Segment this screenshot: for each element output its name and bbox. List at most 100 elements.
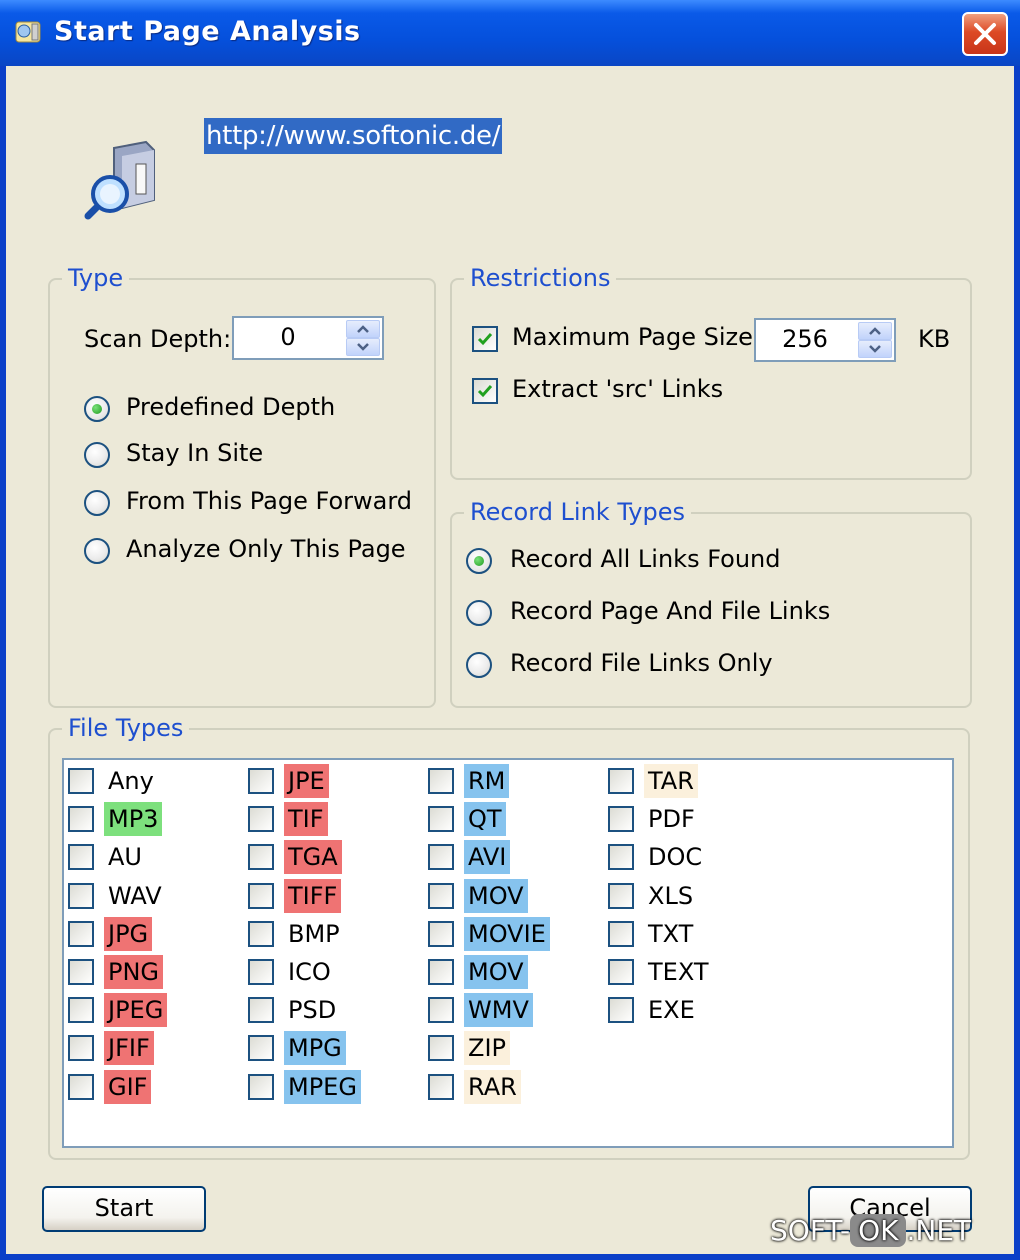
max-page-size-checkbox[interactable] xyxy=(472,326,498,352)
max-page-size-down-button[interactable] xyxy=(858,340,892,358)
file-type-label: MPEG xyxy=(284,1069,361,1104)
dialog-window: Start Page Analysis http://www.softonic.… xyxy=(0,0,1020,1260)
file-type-checkbox[interactable] xyxy=(248,882,274,909)
file-type-label: JPE xyxy=(284,764,329,798)
type-radio-2[interactable] xyxy=(84,490,110,516)
file-type-checkbox[interactable] xyxy=(248,806,274,833)
file-type-checkbox[interactable] xyxy=(608,768,634,794)
file-type-label: PSD xyxy=(288,996,337,1025)
record-link-option-label: Record All Links Found xyxy=(510,545,781,573)
file-type-checkbox[interactable] xyxy=(248,1035,274,1062)
record-link-types-group: Record Link Types Record All Links Found… xyxy=(450,498,972,708)
type-legend: Type xyxy=(62,264,130,292)
file-type-checkbox[interactable] xyxy=(68,920,94,947)
file-type-label: XLS xyxy=(648,881,694,910)
close-button[interactable] xyxy=(962,12,1008,56)
record-link-types-legend: Record Link Types xyxy=(464,498,691,526)
file-type-checkbox[interactable] xyxy=(608,882,634,909)
extract-src-checkbox[interactable] xyxy=(472,378,498,404)
file-type-checkbox[interactable] xyxy=(68,768,94,794)
scan-depth-down-button[interactable] xyxy=(346,338,380,356)
close-icon xyxy=(974,23,996,45)
file-type-checkbox[interactable] xyxy=(428,1035,454,1062)
chevron-down-icon xyxy=(357,343,369,351)
record-link-option-label: Record File Links Only xyxy=(510,649,773,677)
file-type-checkbox[interactable] xyxy=(428,806,454,833)
type-radio-0[interactable] xyxy=(84,396,110,422)
file-type-checkbox[interactable] xyxy=(608,844,634,871)
restrictions-group: Restrictions Maximum Page Size 256 KB Ex… xyxy=(450,264,972,480)
file-type-checkbox[interactable] xyxy=(428,768,454,794)
file-type-label: EXE xyxy=(648,996,695,1025)
watermark-right: .NET xyxy=(906,1214,972,1247)
scan-depth-up-button[interactable] xyxy=(346,320,380,338)
file-type-checkbox[interactable] xyxy=(68,806,94,833)
file-type-checkbox[interactable] xyxy=(68,1035,94,1062)
file-type-label: MOVIE xyxy=(464,916,550,951)
type-radio-1[interactable] xyxy=(84,442,110,468)
chevron-up-icon xyxy=(869,327,881,335)
type-option-label: Stay In Site xyxy=(126,439,264,467)
file-type-label: JPG xyxy=(104,916,153,951)
scan-depth-spinner[interactable]: 0 xyxy=(232,316,384,360)
file-type-checkbox[interactable] xyxy=(248,768,274,794)
file-type-checkbox[interactable] xyxy=(428,844,454,871)
size-unit-label: KB xyxy=(918,325,951,353)
file-type-label: JPEG xyxy=(104,993,168,1028)
type-option-label: Predefined Depth xyxy=(126,393,336,421)
record-link-radio-1[interactable] xyxy=(466,600,492,626)
file-type-checkbox[interactable] xyxy=(68,1073,94,1100)
type-option-label: Analyze Only This Page xyxy=(126,535,406,563)
title-bar[interactable]: Start Page Analysis xyxy=(0,0,1020,66)
radio-selected-icon xyxy=(92,404,102,414)
file-type-label: WMV xyxy=(464,993,533,1028)
file-type-checkbox[interactable] xyxy=(608,959,634,985)
file-type-label: PNG xyxy=(104,955,164,989)
file-type-checkbox[interactable] xyxy=(248,959,274,985)
max-page-size-up-button[interactable] xyxy=(858,322,892,340)
file-type-label: RAR xyxy=(464,1069,521,1104)
dialog-client-area: http://www.softonic.de/ Type Scan Depth:… xyxy=(6,66,1014,1254)
url-text[interactable]: http://www.softonic.de/ xyxy=(204,118,503,154)
max-page-size-value[interactable]: 256 xyxy=(756,325,854,353)
type-radio-3[interactable] xyxy=(84,538,110,564)
file-types-list[interactable]: Any MP3 AU WAV JPG PNG JPEG JFIF GIF JPE TIF TGA TIF… xyxy=(62,758,954,1148)
file-type-label: MOV xyxy=(464,955,528,989)
file-type-checkbox[interactable] xyxy=(608,997,634,1024)
window-title: Start Page Analysis xyxy=(54,16,361,47)
file-type-label: BMP xyxy=(288,919,340,948)
file-type-checkbox[interactable] xyxy=(428,1073,454,1100)
file-type-checkbox[interactable] xyxy=(608,806,634,833)
file-type-label: Any xyxy=(108,767,154,795)
file-type-label: TIF xyxy=(284,802,328,837)
file-type-checkbox[interactable] xyxy=(68,997,94,1024)
chevron-down-icon xyxy=(869,345,881,353)
file-type-checkbox[interactable] xyxy=(428,920,454,947)
file-type-checkbox[interactable] xyxy=(248,997,274,1024)
watermark: SOFT- OK .NET xyxy=(770,1214,971,1247)
file-type-checkbox[interactable] xyxy=(428,997,454,1024)
file-type-checkbox[interactable] xyxy=(68,882,94,909)
file-type-label: PDF xyxy=(648,805,695,834)
record-link-radio-2[interactable] xyxy=(466,652,492,678)
file-type-checkbox[interactable] xyxy=(248,920,274,947)
file-type-checkbox[interactable] xyxy=(68,959,94,985)
max-page-size-label: Maximum Page Size xyxy=(512,323,753,351)
file-type-checkbox[interactable] xyxy=(248,1073,274,1100)
file-type-label: TIFF xyxy=(284,878,342,913)
file-type-label: GIF xyxy=(104,1069,152,1104)
file-type-checkbox[interactable] xyxy=(428,959,454,985)
max-page-size-spinner[interactable]: 256 xyxy=(754,318,896,362)
start-button[interactable]: Start xyxy=(42,1186,206,1232)
watermark-ok: OK xyxy=(850,1214,907,1247)
file-type-checkbox[interactable] xyxy=(428,882,454,909)
record-link-radio-0[interactable] xyxy=(466,548,492,574)
file-type-checkbox[interactable] xyxy=(248,844,274,871)
file-type-label: DOC xyxy=(648,843,703,872)
file-type-checkbox[interactable] xyxy=(608,920,634,947)
type-option-label: From This Page Forward xyxy=(126,487,413,515)
file-type-label: ZIP xyxy=(464,1031,510,1066)
file-type-checkbox[interactable] xyxy=(68,844,94,871)
file-types-legend: File Types xyxy=(62,714,190,742)
scan-depth-value[interactable]: 0 xyxy=(234,323,342,351)
